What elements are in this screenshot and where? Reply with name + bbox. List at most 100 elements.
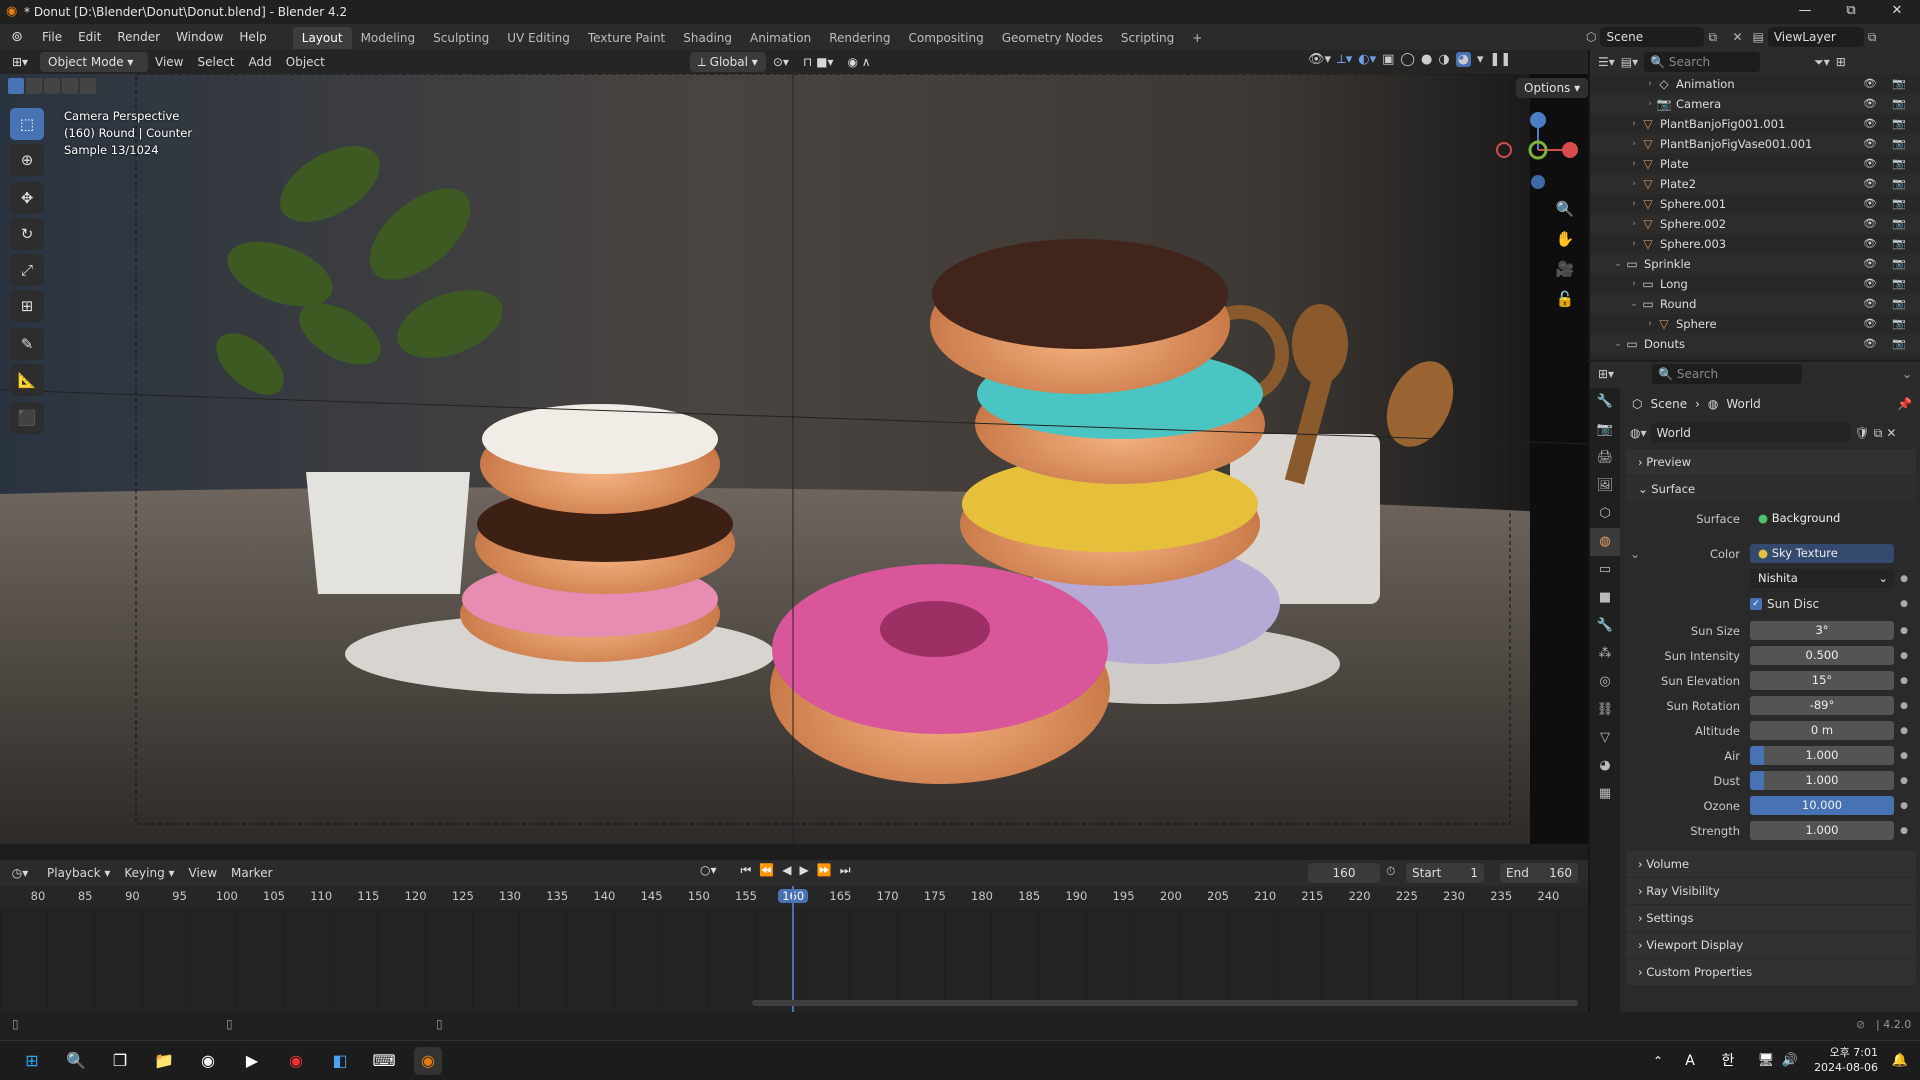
end-frame-field[interactable]: End 160 — [1500, 863, 1578, 883]
particles-tab-icon[interactable]: ⁂ — [1590, 640, 1620, 668]
expand-toggle-icon[interactable]: › — [1628, 194, 1640, 214]
tab-uv-editing[interactable]: UV Editing — [498, 27, 579, 49]
maximize-button[interactable]: ⧉ — [1828, 0, 1874, 24]
ime-han-indicator[interactable]: 한 — [1714, 1047, 1742, 1075]
menu-window[interactable]: Window — [168, 24, 231, 50]
property-value-field[interactable]: 1.000 — [1750, 771, 1894, 790]
view-layer-tab-icon[interactable]: 🖼 — [1590, 472, 1620, 500]
tab-shading[interactable]: Shading — [674, 27, 741, 49]
tab-animation[interactable]: Animation — [741, 27, 820, 49]
visibility-toggle-icon[interactable]: 👁 📷 — [1863, 194, 1912, 214]
timeline-editor-icon[interactable]: ◷▾ — [0, 866, 40, 880]
outliner-row[interactable]: ⌄ ▭ Sprinkle 👁 📷 — [1590, 254, 1920, 274]
render-tab-icon[interactable]: 📷 — [1590, 416, 1620, 444]
viewport-display-panel[interactable]: › Viewport Display — [1626, 932, 1916, 958]
menu-view[interactable]: View — [148, 52, 190, 72]
scale-tool-icon[interactable]: ⤢ — [10, 254, 44, 286]
modifier-tab-icon[interactable]: 🔧 — [1590, 612, 1620, 640]
visibility-toggle-icon[interactable]: 👁 📷 — [1863, 294, 1912, 314]
breadcrumb-world[interactable]: World — [1726, 397, 1760, 411]
expand-toggle-icon[interactable]: › — [1628, 274, 1640, 294]
play-reverse-icon[interactable]: ◀ — [782, 863, 791, 878]
outliner-search-input[interactable]: 🔍 Search — [1644, 52, 1761, 72]
visibility-toggle-icon[interactable]: 👁 📷 — [1863, 114, 1912, 134]
breadcrumb-scene[interactable]: Scene — [1650, 397, 1687, 411]
visibility-toggle-icon[interactable]: 👁 📷 — [1863, 274, 1912, 294]
pause-render-icon[interactable]: ❚❚ — [1490, 52, 1512, 67]
frame-ruler[interactable]: 80 85 90 95 100 105 110 115 120 125 130 135 140 145 15… — [0, 886, 1588, 908]
playback-menu[interactable]: Playback ▾ — [40, 863, 117, 883]
world-browse-icon[interactable]: ◍▾ — [1630, 426, 1647, 440]
keying-menu[interactable]: Keying ▾ — [117, 863, 181, 883]
expand-toggle-icon[interactable]: › — [1628, 134, 1640, 154]
color-expand-icon[interactable]: ⌄ — [1630, 547, 1650, 561]
outliner-row[interactable]: › ◇ Animation 👁 📷 — [1590, 74, 1920, 94]
blender-menu-icon[interactable]: ⊚ — [0, 29, 34, 45]
preview-range-icon[interactable]: ⏱ — [1386, 864, 1395, 879]
navigation-gizmo[interactable] — [1492, 108, 1584, 200]
notification-bell-icon[interactable]: 🔔 — [1886, 1047, 1914, 1075]
marker-menu[interactable]: Marker — [224, 863, 279, 883]
options-dropdown[interactable]: Options ▾ — [1516, 78, 1589, 98]
keyframe-dot-icon[interactable]: ● — [1900, 651, 1908, 661]
keyframe-dot-icon[interactable]: ● — [1900, 701, 1908, 711]
property-value-field[interactable]: 0 m — [1750, 721, 1894, 740]
expand-toggle-icon[interactable]: › — [1628, 174, 1640, 194]
rotate-tool-icon[interactable]: ↻ — [10, 218, 44, 250]
expand-toggle-icon[interactable]: › — [1628, 214, 1640, 234]
add-workspace-icon[interactable]: + — [1183, 27, 1211, 49]
menu-render[interactable]: Render — [109, 24, 168, 50]
visibility-toggle-icon[interactable]: 👁 📷 — [1863, 134, 1912, 154]
visibility-icon[interactable]: 👁▾ — [1308, 52, 1331, 67]
output-tab-icon[interactable]: 🖨 — [1590, 444, 1620, 472]
windows-start-icon[interactable]: ⊞ — [18, 1047, 46, 1075]
add-cube-tool-icon[interactable]: ⬛ — [10, 402, 44, 434]
blender-taskbar-icon[interactable]: ◉ — [414, 1047, 442, 1075]
keyframe-dot-icon[interactable]: ● — [1900, 801, 1908, 811]
select-box-tool-icon[interactable]: ⬚ — [10, 108, 44, 140]
material-tab-icon[interactable]: ◕ — [1590, 752, 1620, 780]
tab-compositing[interactable]: Compositing — [899, 27, 992, 49]
visibility-toggle-icon[interactable]: 👁 📷 — [1863, 74, 1912, 94]
orientation-dropdown[interactable]: ⟂ Global ▾ — [689, 52, 766, 72]
terminal-icon[interactable]: ⌨ — [370, 1047, 398, 1075]
current-frame-field[interactable]: 160 — [1308, 863, 1380, 883]
property-value-field[interactable]: 3° — [1750, 621, 1894, 640]
collection-tab-icon[interactable]: ▭ — [1590, 556, 1620, 584]
surface-shader-field[interactable]: ● Background — [1750, 509, 1894, 528]
fake-user-icon[interactable]: 🛡 — [1855, 426, 1870, 440]
select-invert-button[interactable] — [62, 78, 78, 94]
task-view-icon[interactable]: ❐ — [106, 1047, 134, 1075]
visibility-toggle-icon[interactable]: 👁 📷 — [1863, 334, 1912, 354]
visibility-toggle-icon[interactable]: 👁 📷 — [1863, 314, 1912, 334]
physics-tab-icon[interactable]: ◎ — [1590, 668, 1620, 696]
start-frame-field[interactable]: Start 1 — [1406, 863, 1484, 883]
world-name-field[interactable]: World — [1650, 423, 1851, 443]
outliner-row[interactable]: › ▽ Sphere 👁 📷 — [1590, 314, 1920, 334]
custom-properties-panel[interactable]: › Custom Properties — [1626, 959, 1916, 985]
timeline-track-area[interactable] — [0, 908, 1588, 1013]
outliner-row[interactable]: ⌄ ▭ Round 👁 📷 — [1590, 294, 1920, 314]
expand-toggle-icon[interactable]: › — [1644, 74, 1656, 94]
new-scene-icon[interactable]: ⧉ — [1708, 30, 1728, 45]
menu-select[interactable]: Select — [190, 52, 241, 72]
expand-toggle-icon[interactable]: › — [1628, 154, 1640, 174]
property-value-field[interactable]: 1.000 — [1750, 746, 1894, 765]
duplicate-world-icon[interactable]: ⧉ — [1874, 426, 1883, 441]
tab-geometry-nodes[interactable]: Geometry Nodes — [993, 27, 1112, 49]
jump-keyframe-forward-icon[interactable]: ⏩ — [817, 863, 832, 878]
playhead[interactable] — [792, 886, 794, 1012]
play-icon[interactable]: ▶ — [800, 863, 809, 878]
property-value-field[interactable]: 15° — [1750, 671, 1894, 690]
menu-help[interactable]: Help — [231, 24, 274, 50]
constraints-tab-icon[interactable]: ⛓ — [1590, 696, 1620, 724]
material-shading-icon[interactable]: ◑ — [1438, 52, 1449, 67]
object-tab-icon[interactable]: ■ — [1590, 584, 1620, 612]
timeline-scrollbar[interactable] — [752, 1000, 1578, 1006]
tab-texture-paint[interactable]: Texture Paint — [579, 27, 674, 49]
file-explorer-icon[interactable]: 📁 — [150, 1047, 178, 1075]
mode-dropdown[interactable]: Object Mode ▾ — [40, 52, 148, 72]
properties-search-input[interactable]: 🔍 Search — [1652, 364, 1803, 384]
volume-panel[interactable]: › Volume — [1626, 851, 1916, 877]
tab-layout[interactable]: Layout — [292, 27, 352, 49]
